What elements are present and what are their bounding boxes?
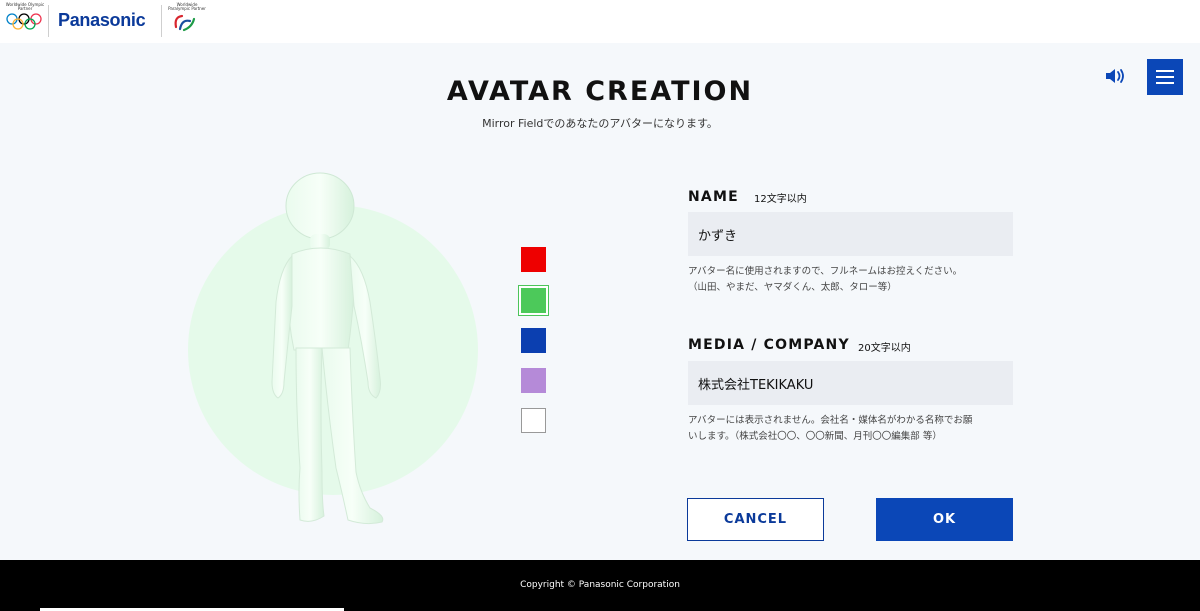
company-note-line: アバターには表示されません。会社名・媒体名がわかる名称でお願 xyxy=(688,415,973,426)
company-note: アバターには表示されません。会社名・媒体名がわかる名称でお願 いします。（株式会… xyxy=(688,413,1018,445)
name-note: アバター名に使用されますので、フルネームはお控えください。 （山田、やまだ、ヤマ… xyxy=(688,264,1018,296)
name-limit: 12文字以内 xyxy=(754,194,807,205)
menu-button[interactable] xyxy=(1147,59,1183,95)
cancel-button[interactable]: CANCEL xyxy=(687,498,824,541)
olympic-partner-text: Worldwide Olympic Partner xyxy=(5,2,45,11)
color-swatch-green[interactable] xyxy=(519,286,548,315)
hamburger-icon xyxy=(1156,76,1174,78)
color-swatch-red[interactable] xyxy=(521,247,546,272)
name-input[interactable]: かずき xyxy=(688,212,1013,256)
hamburger-icon xyxy=(1156,70,1174,72)
olympic-partner-logo: Worldwide Olympic Partner xyxy=(4,3,46,37)
page-title: AVATAR CREATION xyxy=(446,76,754,107)
top-bar: Worldwide Olympic Partner Panasonic Worl… xyxy=(0,0,1200,43)
hamburger-icon xyxy=(1156,82,1174,84)
paralympic-agitos-icon xyxy=(174,14,196,32)
avatar-figure xyxy=(271,172,384,525)
name-note-line: （山田、やまだ、ヤマダくん、太郎、タロー等） xyxy=(688,282,897,293)
olympic-rings-icon xyxy=(6,13,42,30)
color-swatch-purple[interactable] xyxy=(521,368,546,393)
copyright-text: Copyright © Panasonic Corporation xyxy=(520,580,680,590)
logo-divider xyxy=(48,5,49,37)
speaker-icon xyxy=(1106,69,1124,83)
name-note-line: アバター名に使用されますので、フルネームはお控えください。 xyxy=(688,266,963,277)
name-label: NAME xyxy=(688,189,739,205)
company-note-line: いします。（株式会社〇〇、〇〇新聞、月刊〇〇編集部 等） xyxy=(688,431,942,442)
sound-button[interactable] xyxy=(1104,66,1130,86)
logo-divider xyxy=(161,5,162,37)
footer: Copyright © Panasonic Corporation xyxy=(0,560,1200,611)
company-limit: 20文字以内 xyxy=(858,343,911,354)
company-label: MEDIA / COMPANY xyxy=(688,337,850,353)
page-subtitle: Mirror Fieldでのあなたのアバターになります。 xyxy=(482,117,718,130)
color-swatch-white[interactable] xyxy=(521,408,546,433)
color-swatch-blue[interactable] xyxy=(521,328,546,353)
paralympic-partner-logo: Worldwide Paralympic Partner xyxy=(166,3,208,37)
panasonic-logo: Panasonic xyxy=(58,10,146,30)
company-input[interactable]: 株式会社TEKIKAKU xyxy=(688,361,1013,405)
paralympic-partner-text: Worldwide Paralympic Partner xyxy=(168,2,206,11)
ok-button[interactable]: OK xyxy=(876,498,1013,541)
